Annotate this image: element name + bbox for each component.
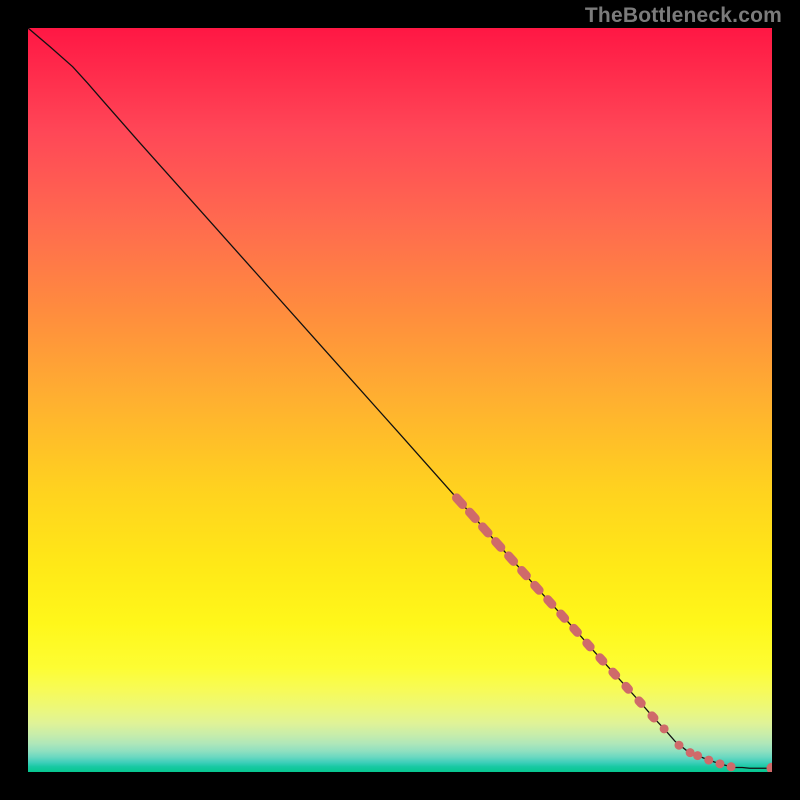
sparse-markers — [660, 724, 772, 772]
sparse-marker — [693, 751, 702, 760]
data-curve — [28, 28, 772, 768]
sparse-marker — [704, 756, 713, 765]
watermark-text: TheBottleneck.com — [585, 4, 782, 28]
sparse-marker — [675, 741, 684, 750]
sparse-marker — [767, 763, 773, 772]
sparse-marker — [727, 762, 736, 771]
sparse-marker — [660, 724, 669, 733]
chart-container: TheBottleneck.com — [0, 0, 800, 800]
chart-overlay — [28, 28, 772, 772]
plot-area — [28, 28, 772, 772]
sparse-marker — [715, 759, 724, 768]
